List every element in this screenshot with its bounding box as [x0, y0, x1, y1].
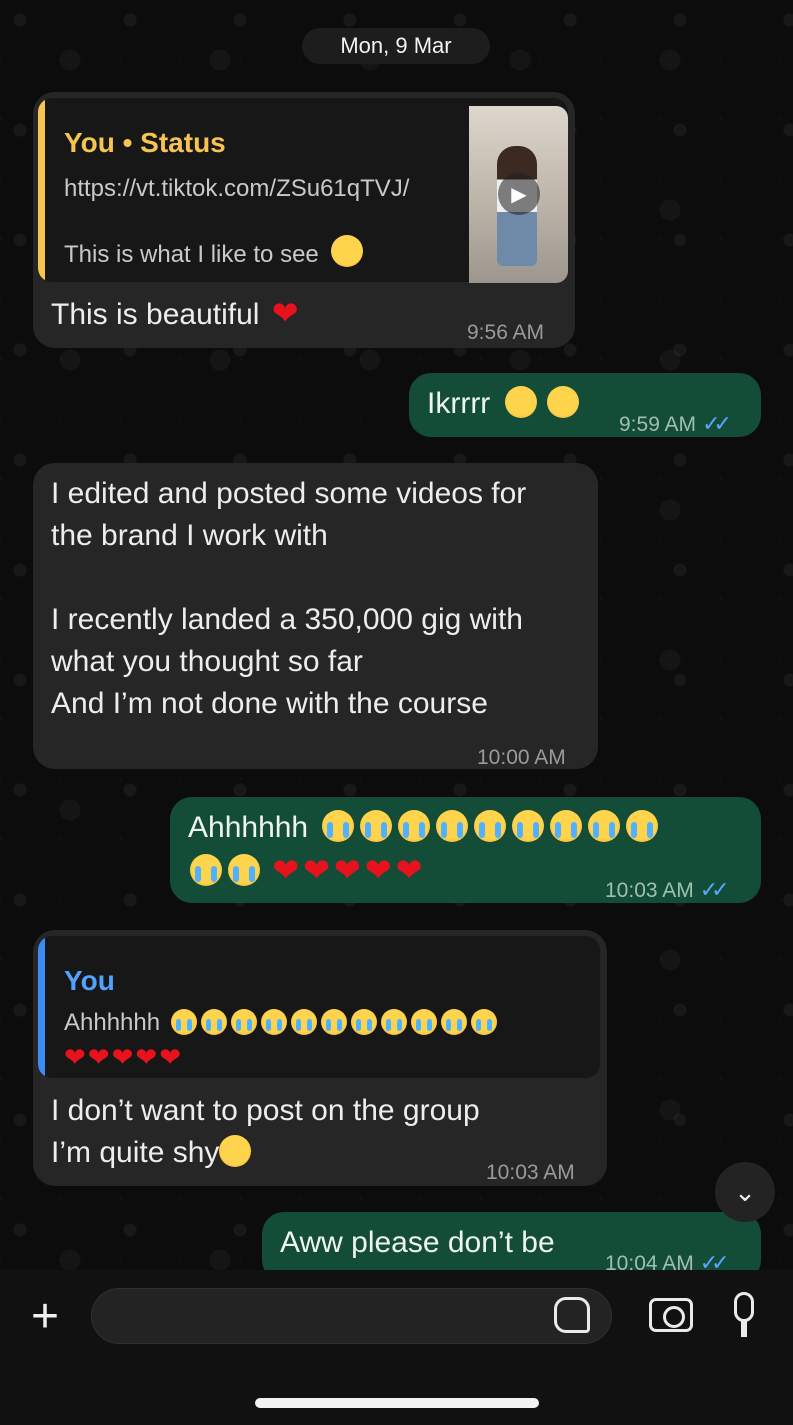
message-input[interactable] — [91, 1288, 612, 1344]
message-line: I recently landed a 350,000 gig with — [51, 603, 523, 636]
tears-of-joy-emoji-icon — [219, 1135, 252, 1167]
loudly-crying-emoji-icon — [474, 810, 507, 842]
loudly-crying-emoji-icon — [170, 1009, 197, 1035]
read-ticks-icon: ✓✓ — [702, 411, 732, 436]
loudly-crying-emoji-icon — [436, 810, 469, 842]
message-line: what you thought so far — [51, 645, 363, 678]
date-separator: Mon, 9 Mar — [302, 28, 490, 64]
quote-caption: This is what I like to see — [64, 234, 364, 276]
heart-emoji-icon: ❤ — [395, 852, 423, 888]
loudly-crying-emoji-icon — [440, 1009, 467, 1035]
quote-hearts: ❤❤❤❤❤ — [62, 1036, 181, 1078]
heart-emoji-icon: ❤ — [333, 852, 361, 888]
heart-emoji-icon: ❤ — [271, 295, 299, 331]
message-text-content: I’m quite shy — [51, 1136, 220, 1169]
chevron-down-icon: ⌄ — [734, 1176, 756, 1207]
quote-text-content: Ahhhhhh — [64, 1009, 161, 1036]
loudly-crying-emoji-icon — [230, 1009, 257, 1035]
loudly-crying-emoji-icon — [200, 1009, 227, 1035]
message-time: 9:59 AM ✓✓ — [619, 403, 732, 446]
message-text-content: Ikrrrr — [427, 387, 491, 420]
message-bubble-incoming[interactable]: You Ahhhhhh ❤❤❤❤❤ I don’t want to post o… — [33, 930, 607, 1186]
message-time-text: 9:59 AM — [619, 413, 697, 436]
loudly-crying-emoji-icon — [350, 1009, 377, 1035]
message-line: I don’t want to post on the group — [51, 1094, 480, 1127]
loudly-crying-emoji-icon — [322, 810, 355, 842]
quote-caption-text: This is what I like to see — [64, 241, 319, 268]
heart-emoji-icon: ❤ — [364, 852, 392, 888]
loudly-crying-emoji-icon — [290, 1009, 317, 1035]
hand-over-mouth-emoji-icon — [546, 386, 579, 418]
pleading-face-emoji-icon — [504, 386, 537, 418]
loudly-crying-emoji-icon — [398, 810, 431, 842]
loudly-crying-emoji-icon — [380, 1009, 407, 1035]
loudly-crying-emoji-icon — [550, 810, 583, 842]
loudly-crying-emoji-icon — [410, 1009, 437, 1035]
loudly-crying-emoji-icon — [470, 1009, 497, 1035]
message-time: 10:00 AM — [477, 746, 566, 769]
message-text: This is beautiful ❤ — [51, 292, 299, 336]
heart-emoji-icon: ❤ — [111, 1042, 134, 1072]
reply-quote[interactable]: You Ahhhhhh ❤❤❤❤❤ — [38, 936, 600, 1078]
microphone-stand — [741, 1321, 747, 1337]
quote-title: You — [64, 965, 115, 996]
scroll-down-button[interactable]: ⌄ — [715, 1162, 775, 1222]
loudly-crying-emoji-icon — [588, 810, 621, 842]
quote-bar — [38, 98, 45, 282]
loudly-crying-emoji-icon — [228, 854, 260, 886]
message-text: Aww please don’t be — [280, 1226, 555, 1259]
message-bubble-incoming[interactable]: I edited and posted some videos for the … — [33, 463, 598, 769]
quote-bar — [38, 936, 45, 1078]
message-text-content: Ahhhhhh — [188, 811, 309, 844]
loudly-crying-emoji-icon — [360, 810, 393, 842]
home-indicator[interactable] — [255, 1398, 539, 1408]
message-text-content: This is beautiful — [51, 298, 260, 331]
message-text: Ikrrrr — [427, 383, 579, 425]
camera-icon[interactable] — [649, 1298, 693, 1332]
loudly-crying-emoji-icon — [512, 810, 545, 842]
plus-icon[interactable]: + — [22, 1290, 68, 1343]
read-ticks-icon: ✓✓ — [699, 877, 730, 902]
quote-link: https://vt.tiktok.com/ZSu61qTVJ/ — [64, 175, 410, 202]
heart-emoji-icon: ❤ — [303, 852, 330, 888]
message-text: Ahhhhhh — [188, 807, 659, 849]
quote-title: You • Status — [64, 127, 226, 158]
heart-emoji-icon: ❤ — [272, 852, 300, 888]
heart-emoji-icon: ❤ — [64, 1042, 86, 1072]
sticker-icon[interactable] — [554, 1297, 590, 1333]
video-thumbnail[interactable]: ▶ — [469, 106, 568, 283]
emoji-line: ❤ ❤ ❤ ❤ ❤ — [184, 849, 422, 893]
message-time-text: 10:03 AM — [605, 879, 694, 902]
microphone-icon[interactable] — [734, 1292, 754, 1322]
message-bubble-outgoing[interactable]: Ikrrrr 9:59 AM ✓✓ — [409, 373, 761, 437]
message-line: the brand I work with — [51, 519, 328, 552]
message-time: 10:03 AM — [486, 1161, 575, 1184]
loudly-crying-emoji-icon — [190, 854, 222, 886]
message-bubble-outgoing[interactable]: Ahhhhhh ❤ ❤ ❤ ❤ ❤ 10:03 AM ✓✓ — [170, 797, 761, 903]
loudly-crying-emoji-icon — [320, 1009, 347, 1035]
loudly-crying-emoji-icon — [260, 1009, 287, 1035]
hand-over-mouth-emoji-icon — [331, 235, 364, 267]
message-line: And I’m not done with the course — [51, 687, 488, 720]
loudly-crying-emoji-icon — [626, 810, 659, 842]
message-line: I edited and posted some videos for — [51, 477, 527, 510]
message-time: 10:03 AM ✓✓ — [605, 869, 730, 912]
heart-emoji-icon: ❤ — [159, 1042, 181, 1072]
heart-emoji-icon: ❤ — [135, 1042, 158, 1072]
heart-emoji-icon: ❤ — [87, 1042, 110, 1072]
message-line: I’m quite shy — [51, 1132, 252, 1174]
message-time: 9:56 AM — [467, 321, 545, 344]
play-icon[interactable]: ▶ — [498, 173, 540, 215]
